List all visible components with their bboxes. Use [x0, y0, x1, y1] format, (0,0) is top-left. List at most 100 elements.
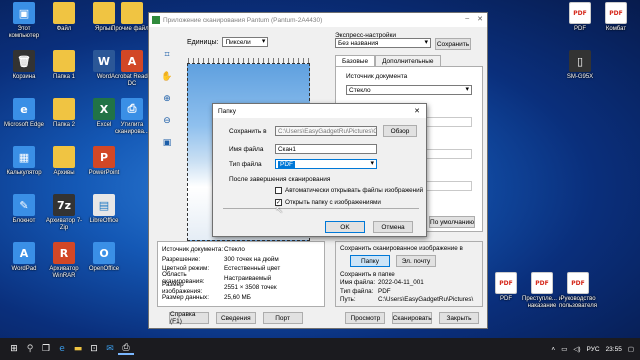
- desktop-icon[interactable]: Архивы: [44, 146, 84, 190]
- bottom-button-bar: Справка (F1) Сведения Порт Просмотр Сканиров…: [169, 311, 479, 325]
- info-row: Размер изображения: 2551 × 3508 точек: [162, 280, 320, 295]
- desktop-icon[interactable]: ▤ LibreOffice: [84, 194, 124, 238]
- close-button[interactable]: Закрыть: [438, 312, 479, 324]
- desktop-icon-label: Файл: [56, 26, 72, 32]
- save-to-email-button[interactable]: Эл. почту: [396, 255, 436, 267]
- start-button-icon[interactable]: ⊞: [6, 344, 22, 354]
- window-titlebar[interactable]: Приложение сканирования Pantum (Pantum-2…: [149, 13, 487, 27]
- browse-button[interactable]: Обзор: [383, 125, 417, 137]
- desktop-icon[interactable]: Папка 1: [44, 50, 84, 94]
- desktop-icon[interactable]: PDF Комбат: [596, 2, 636, 46]
- info-key: Размер изображения:: [162, 280, 203, 295]
- openoffice-icon: O: [93, 242, 115, 264]
- defaults-button[interactable]: По умолчанию: [429, 216, 475, 228]
- scanner-taskbar-icon[interactable]: ⎙: [118, 343, 134, 355]
- desktop-icon[interactable]: PDF PDF: [560, 2, 600, 46]
- 7zip-icon: 7z: [53, 194, 75, 216]
- port-button[interactable]: Порт: [262, 312, 303, 324]
- preview-button[interactable]: Просмотр: [345, 312, 386, 324]
- store-taskbar-icon[interactable]: ⊡: [86, 344, 102, 354]
- dialog-close-icon[interactable]: ✕: [414, 107, 420, 115]
- save-group-title: Сохранить сканированное изображение в: [340, 245, 463, 252]
- minimize-icon[interactable]: –: [465, 15, 469, 23]
- zoom-in-icon[interactable]: ⊕: [161, 93, 173, 105]
- desktop-icon[interactable]: PDF Руководство пользователя: [558, 272, 598, 316]
- pdf-file-icon: PDF: [531, 272, 553, 294]
- recycle-bin-icon: 🗑: [13, 50, 35, 72]
- search-icon[interactable]: ⚲: [22, 344, 38, 354]
- taskbar: ⊞ ⚲ ❐ e ▬ ⊡ ✉ ⎙ ˄ ▭ ◁) РУС 23:55 ▢: [0, 338, 640, 360]
- desktop-icon[interactable]: Прочие файлы: [111, 2, 153, 46]
- close-icon[interactable]: ✕: [477, 15, 483, 23]
- ok-button[interactable]: OK: [325, 221, 365, 233]
- desktop-icon-label: SM-G95X: [566, 74, 594, 80]
- desktop-icon[interactable]: Папка 2: [44, 98, 84, 142]
- auto-open-checkbox[interactable]: Автоматически открывать файлы изображени…: [275, 187, 423, 194]
- hand-icon[interactable]: ✋: [161, 71, 173, 83]
- desktop-icon[interactable]: 7z Архиватор 7-Zip: [44, 194, 84, 238]
- save-to-folder-heading: Сохранить в папке: [340, 270, 395, 278]
- pdf-file-icon: PDF: [495, 272, 517, 294]
- desktop-icon-label: LibreOffice: [89, 218, 119, 224]
- desktop-icon[interactable]: ⎙ Утилита сканирова...: [112, 98, 152, 142]
- open-folder-checkbox[interactable]: ✓ Открыть папку с изображениями: [275, 199, 381, 206]
- edge-taskbar-icon[interactable]: e: [54, 344, 70, 354]
- save-preset-button[interactable]: Сохранить: [435, 38, 471, 50]
- volume-icon[interactable]: ◁): [573, 345, 580, 353]
- desktop-icon[interactable]: ▯ SM-G95X: [560, 50, 600, 94]
- calculator-icon: ▦: [13, 146, 35, 168]
- desktop-icon[interactable]: ▦ Калькулятор: [4, 146, 44, 190]
- desktop-icon[interactable]: P PowerPoint: [84, 146, 124, 190]
- info-value: Настраиваемый: [224, 274, 272, 282]
- cancel-button[interactable]: Отмена: [373, 221, 413, 233]
- window-title: Приложение сканирования Pantum (Pantum-2…: [163, 16, 323, 24]
- crop-icon[interactable]: ⌗: [161, 49, 173, 61]
- desktop-icon-label: Архивы: [53, 170, 75, 176]
- save-detail-key: Имя файла:: [340, 279, 376, 287]
- fit-icon[interactable]: ▣: [161, 137, 173, 149]
- folder-icon: [53, 98, 75, 120]
- scan-button[interactable]: Сканировать: [392, 312, 433, 324]
- save-to-folder-button[interactable]: Папку: [350, 255, 390, 267]
- checkbox-box[interactable]: [275, 187, 282, 194]
- explorer-taskbar-icon[interactable]: ▬: [70, 344, 86, 354]
- save-detail-row: Путь: C:\Users\EasyGadgetRu\Pictures\: [340, 296, 478, 305]
- dialog-title[interactable]: Папку: [213, 104, 426, 118]
- desktop-icon[interactable]: O OpenOffice: [84, 242, 124, 286]
- desktop-icon[interactable]: ✎ Блокнот: [4, 194, 44, 238]
- desktop-icon[interactable]: R Архиватор WinRAR: [44, 242, 84, 286]
- notification-icon[interactable]: ▢: [628, 345, 634, 353]
- save-in-field[interactable]: C:\Users\EasyGadgetRu\Pictures\Скан: [275, 126, 377, 136]
- file-name-input[interactable]: Скан1: [275, 144, 377, 154]
- language-indicator[interactable]: РУС: [587, 346, 600, 353]
- zoom-out-icon[interactable]: ⊖: [161, 115, 173, 127]
- desktop-icon-label: Блокнот: [12, 218, 36, 224]
- express-settings-select[interactable]: Без названия: [335, 38, 431, 48]
- save-destination-group: Сохранить сканированное изображение в Па…: [335, 241, 483, 307]
- tray-chevron-icon[interactable]: ˄: [551, 346, 555, 353]
- help-button[interactable]: Справка (F1): [169, 311, 209, 325]
- desktop-icon-label: PowerPoint: [88, 170, 120, 176]
- desktop-icon[interactable]: ▣ Этот компьютер: [4, 2, 44, 46]
- info-button[interactable]: Сведения: [215, 312, 256, 324]
- save-detail-value: C:\Users\EasyGadgetRu\Pictures\: [378, 296, 474, 304]
- desktop-icon[interactable]: e Microsoft Edge: [4, 98, 44, 142]
- mail-taskbar-icon[interactable]: ✉: [102, 344, 118, 354]
- units-select[interactable]: Пиксели: [222, 37, 269, 47]
- desktop-icon[interactable]: Файл: [44, 2, 84, 46]
- source-select[interactable]: Стекло: [346, 85, 472, 95]
- acrobat-icon: A: [121, 50, 143, 72]
- desktop-icon[interactable]: A WordPad: [4, 242, 44, 286]
- app-icon: [152, 16, 160, 24]
- desktop-icon[interactable]: 🗑 Корзина: [4, 50, 44, 94]
- file-type-select[interactable]: PDF: [275, 159, 377, 169]
- save-detail-row: Тип файла: PDF: [340, 287, 478, 296]
- desktop-icon-label: Руководство пользователя: [559, 296, 597, 309]
- system-tray: ˄ ▭ ◁) РУС 23:55 ▢: [551, 338, 634, 360]
- clock[interactable]: 23:55: [606, 346, 622, 353]
- desktop-icon[interactable]: A Acrobat Reader DC: [111, 50, 153, 94]
- mouse-cursor-icon: ↖: [275, 205, 284, 216]
- pdf-file-icon: PDF: [567, 272, 589, 294]
- network-icon[interactable]: ▭: [561, 345, 567, 353]
- task-view-icon[interactable]: ❐: [38, 344, 54, 354]
